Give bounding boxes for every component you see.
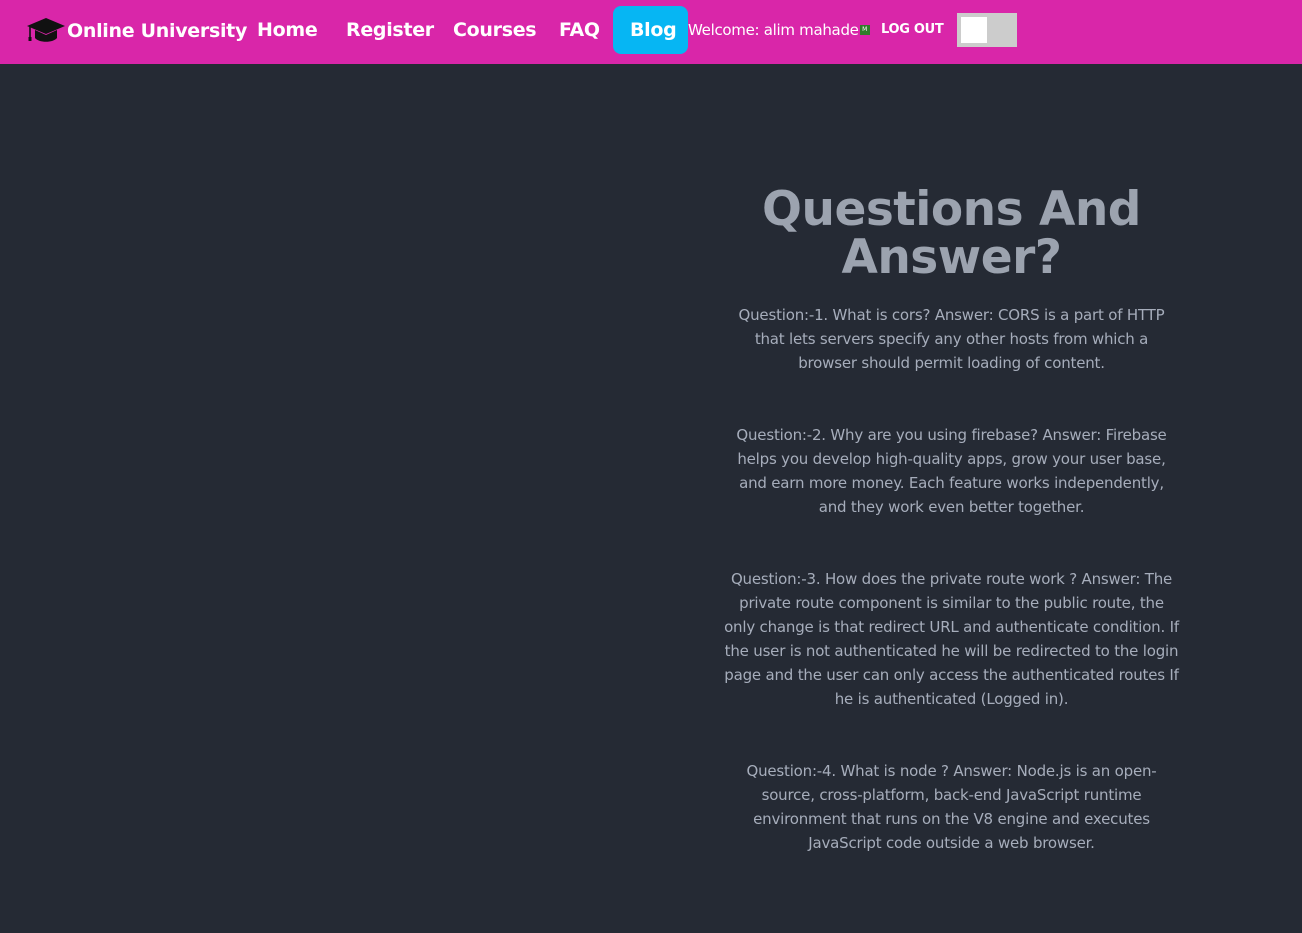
nav-faq[interactable]: FAQ — [542, 6, 617, 54]
toggle-knob — [961, 17, 987, 43]
welcome-text: Welcome: alim mahade M — [688, 19, 870, 41]
nav-courses[interactable]: Courses — [436, 6, 553, 54]
navbar: Online University Home Register Courses … — [0, 0, 1302, 64]
logout-button[interactable]: LOG OUT — [881, 21, 944, 39]
welcome-label: Welcome: alim mahade — [688, 21, 859, 39]
brand-name: Online University — [67, 20, 248, 42]
nav-blog[interactable]: Blog — [613, 6, 688, 54]
qa-item-4: Question:-4. What is node ? Answer: Node… — [746, 762, 1157, 852]
nav-home[interactable]: Home — [240, 6, 334, 54]
theme-toggle[interactable] — [957, 13, 1017, 47]
nav-register[interactable]: Register — [329, 6, 451, 54]
graduation-cap-icon — [27, 18, 65, 42]
page-title: Questions And Answer? — [762, 182, 1141, 285]
qa-item-2: Question:-2. Why are you using firebase?… — [736, 426, 1167, 516]
faq-section: Questions And Answer? Question:-1. What … — [724, 186, 1179, 855]
qa-item-3: Question:-3. How does the private route … — [724, 570, 1179, 708]
avatar[interactable]: M — [859, 24, 870, 35]
brand-link[interactable]: Online University — [26, 14, 247, 48]
qa-item-1: Question:-1. What is cors? Answer: CORS … — [738, 306, 1165, 372]
